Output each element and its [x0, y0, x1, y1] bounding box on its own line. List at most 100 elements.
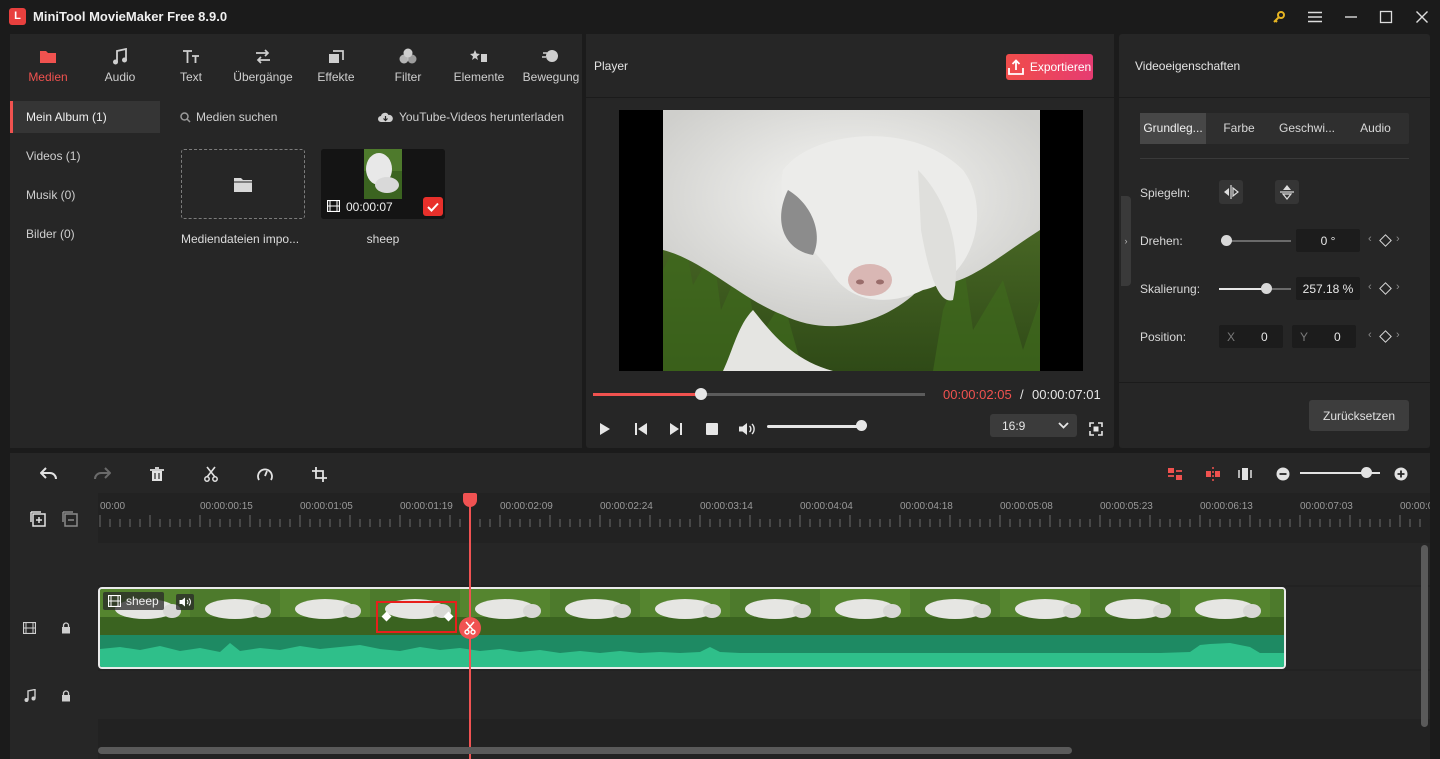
previous-frame-icon[interactable] — [630, 418, 652, 440]
effects-icon — [328, 47, 345, 65]
fit-timeline-icon[interactable] — [1234, 463, 1256, 485]
aspect-ratio-select[interactable]: 16:9 — [990, 414, 1077, 437]
rotate-slider-knob[interactable] — [1221, 235, 1232, 246]
aspect-ratio-value: 16:9 — [1002, 418, 1026, 433]
total-time: 00:00:07:01 — [1032, 387, 1101, 402]
tab-text[interactable]: Text — [166, 34, 216, 98]
vertical-scrollbar[interactable] — [1421, 545, 1428, 727]
key-icon[interactable] — [1268, 6, 1290, 28]
stop-icon[interactable] — [701, 418, 723, 440]
tab-audio[interactable]: Audio — [94, 34, 146, 98]
tab-medien[interactable]: Medien — [22, 34, 74, 98]
tab-grundlegend[interactable]: Grundleg... — [1140, 113, 1206, 144]
volume-knob[interactable] — [856, 420, 867, 431]
tab-uebergaenge[interactable]: Übergänge — [230, 34, 296, 98]
prev-keyframe-icon[interactable]: ‹ — [1368, 329, 1372, 341]
scale-label: Skalierung: — [1140, 282, 1201, 296]
media-thumbnail-sheep[interactable]: 00:00:07 — [321, 149, 445, 219]
volume-icon[interactable] — [736, 418, 758, 440]
rotate-value-field[interactable]: 0 ° — [1296, 229, 1360, 252]
position-x-value: 0 — [1261, 329, 1268, 344]
lock-icon[interactable] — [61, 622, 71, 634]
clip-frame-thumbnail — [910, 589, 1000, 635]
tab-audio-props[interactable]: Audio — [1342, 113, 1409, 144]
keyframe-diamond-icon[interactable] — [1379, 282, 1392, 295]
folder-icon — [234, 177, 252, 192]
mirror-horizontal-icon[interactable] — [1219, 180, 1243, 204]
reset-button[interactable]: Zurücksetzen — [1309, 400, 1409, 431]
clip-frame-thumbnail — [730, 589, 820, 635]
time-ruler[interactable]: 00:00 00:00:00:15 00:00:01:05 00:00:01:19 00… — [98, 493, 1430, 531]
horizontal-scrollbar[interactable] — [98, 747, 1072, 754]
minimize-icon[interactable] — [1340, 6, 1362, 28]
next-frame-icon[interactable] — [665, 418, 687, 440]
split-clip-icon[interactable] — [1164, 463, 1186, 485]
youtube-download-link[interactable]: YouTube-Videos herunterladen — [377, 110, 564, 124]
clip-frame-thumbnail — [1000, 589, 1090, 635]
prev-keyframe-icon[interactable]: ‹ — [1368, 233, 1372, 245]
tab-effekte[interactable]: Effekte — [310, 34, 362, 98]
tab-bewegung[interactable]: Bewegung — [520, 34, 582, 98]
close-icon[interactable] — [1411, 6, 1433, 28]
tab-label: Medien — [28, 70, 68, 84]
sidebar-item-musik[interactable]: Musik (0) — [10, 179, 160, 211]
fullscreen-icon[interactable] — [1085, 418, 1107, 440]
menu-icon[interactable] — [1304, 6, 1326, 28]
media-search[interactable]: Medien suchen — [180, 110, 277, 124]
folder-icon — [39, 47, 57, 65]
keyframe-diamond-icon[interactable] — [1379, 330, 1392, 343]
undo-icon[interactable] — [38, 463, 60, 485]
zoom-in-icon[interactable] — [1390, 463, 1412, 485]
collapse-panel-chevron-icon[interactable]: › — [1121, 196, 1131, 286]
lock-icon[interactable] — [61, 690, 71, 702]
player-title: Player — [594, 59, 629, 73]
next-keyframe-icon[interactable]: › — [1396, 329, 1400, 341]
ruler-tick-label: 00:00:07:03 — [1300, 501, 1353, 512]
import-media-button[interactable] — [181, 149, 305, 219]
selected-check-icon[interactable] — [423, 197, 443, 216]
divider — [1140, 158, 1409, 159]
sidebar-item-bilder[interactable]: Bilder (0) — [10, 218, 160, 250]
scale-slider-knob[interactable] — [1260, 283, 1272, 294]
keyframe-diamond-icon[interactable] — [1379, 234, 1392, 247]
scale-value-field[interactable]: 257.18 % — [1296, 277, 1360, 300]
add-track-icon[interactable] — [30, 511, 46, 527]
timeline-zoom-knob[interactable] — [1360, 467, 1372, 478]
next-keyframe-icon[interactable]: › — [1396, 281, 1400, 293]
tab-geschwindigkeit[interactable]: Geschwi... — [1272, 113, 1342, 144]
maximize-icon[interactable] — [1375, 6, 1397, 28]
tab-filter[interactable]: Filter — [382, 34, 434, 98]
delete-icon[interactable] — [146, 463, 168, 485]
tab-elemente[interactable]: Elemente — [450, 34, 508, 98]
split-scissors-icon[interactable] — [200, 463, 222, 485]
mirror-vertical-icon[interactable] — [1275, 180, 1299, 204]
remove-track-icon[interactable] — [62, 511, 78, 527]
player-header: Player Exportieren — [586, 34, 1114, 98]
video-clip-sheep[interactable]: sheep — [98, 587, 1286, 669]
video-preview[interactable] — [619, 110, 1083, 371]
zoom-out-icon[interactable] — [1272, 463, 1294, 485]
position-y-field[interactable]: Y 0 — [1292, 325, 1356, 348]
volume-slider[interactable] — [767, 425, 861, 428]
cut-clip-icon[interactable] — [1202, 463, 1224, 485]
scale-slider[interactable] — [1219, 288, 1291, 290]
export-button[interactable]: Exportieren — [1006, 54, 1093, 80]
ruler-tick-label: 00:00:01:19 — [400, 501, 453, 512]
prev-keyframe-icon[interactable]: ‹ — [1368, 281, 1372, 293]
redo-icon[interactable] — [91, 463, 113, 485]
playback-progress-knob[interactable] — [694, 388, 707, 400]
tab-farbe[interactable]: Farbe — [1206, 113, 1272, 144]
playback-progress-slider[interactable] — [593, 388, 925, 400]
next-keyframe-icon[interactable]: › — [1396, 233, 1400, 245]
sidebar-item-videos[interactable]: Videos (1) — [10, 140, 160, 172]
playhead-scissors-icon[interactable] — [459, 617, 481, 639]
tab-label: Filter — [394, 70, 422, 84]
playhead-handle[interactable] — [463, 493, 477, 507]
crop-icon[interactable] — [308, 463, 330, 485]
sidebar-item-mein-album[interactable]: Mein Album (1) — [10, 101, 160, 133]
speed-gauge-icon[interactable] — [254, 463, 276, 485]
play-icon[interactable] — [594, 418, 616, 440]
position-x-field[interactable]: X 0 — [1219, 325, 1283, 348]
clip-volume-icon[interactable] — [176, 594, 194, 610]
youtube-download-label: YouTube-Videos herunterladen — [398, 110, 564, 124]
